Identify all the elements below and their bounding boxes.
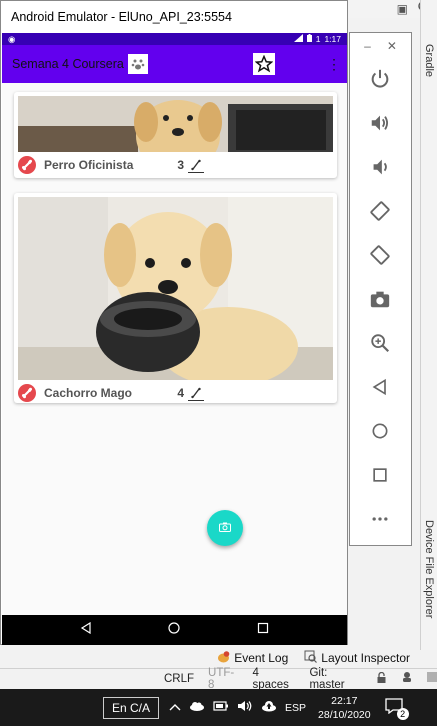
keyboard-language[interactable]: ESP [285,702,306,714]
pet-card-footer: Cachorro Mago 4 [14,380,337,403]
pet-photo [18,96,333,152]
back-icon[interactable] [80,621,92,639]
overflow-menu-icon[interactable]: ⋮ [327,56,341,73]
git-branch[interactable]: Git: master [309,667,362,691]
home-icon[interactable] [168,621,181,639]
clock-date: 28/10/2020 [318,708,371,721]
gradle-tab[interactable]: Gradle [423,44,435,77]
emu-home-icon[interactable] [366,417,394,445]
camera-icon [219,519,231,537]
pet-likes-count: 3 [177,158,184,172]
notification-count: 2 [396,707,409,720]
close-icon[interactable]: ✕ [387,39,397,53]
input-method-indicator[interactable]: En C/A [103,696,160,719]
taskbar-clock[interactable]: 22:17 28/10/2020 [318,694,371,722]
pet-card[interactable]: Perro Oficinista 3 [14,92,337,178]
rotate-right-icon[interactable] [366,241,394,269]
restore-icon[interactable]: ▣ [397,2,408,16]
status-time: 1:17 [324,34,341,44]
layout-inspector-icon [304,650,318,666]
bone-icon [18,384,36,402]
rotate-left-icon[interactable] [366,197,394,225]
android-status-bar: ◉ 1 1:17 [2,33,347,45]
pet-list: Perro Oficinista 3 Cachorro Mago 4 [2,83,347,595]
event-log-label: Event Log [234,651,289,665]
pet-card-footer: Perro Oficinista 3 [14,152,337,178]
pet-card[interactable]: Cachorro Mago 4 [14,193,337,403]
pet-name: Cachorro Mago [44,386,133,400]
pet-likes-count: 4 [177,386,184,400]
recents-icon[interactable] [257,621,269,639]
event-log-button[interactable]: Event Log [217,650,288,666]
system-tray: ESP [169,700,306,715]
line-separator[interactable]: CRLF [164,673,194,685]
battery-icon [306,34,312,44]
phone-screen: ◉ 1 1:17 Semana 4 Coursera ⋮ Perro Ofici… [2,33,347,645]
battery-level: 1 [315,34,321,44]
rate-bone-icon[interactable] [188,385,204,401]
emulator-toolbar: – ✕ [349,32,412,546]
indent-setting[interactable]: 4 spaces [252,667,295,691]
android-nav-bar [2,615,347,645]
zoom-icon[interactable] [366,329,394,357]
layout-inspector-label: Layout Inspector [321,651,410,665]
screenshot-camera-icon[interactable] [366,285,394,313]
action-center-button[interactable]: 2 [384,697,409,720]
minimize-icon[interactable]: – [364,39,371,53]
paw-icon [127,54,148,74]
pet-name: Perro Oficinista [44,158,134,172]
volume-down-icon[interactable] [366,153,394,181]
device-file-explorer-tab[interactable]: Device File Explorer [423,520,435,618]
more-options-icon[interactable] [366,505,394,533]
volume-up-icon[interactable] [366,109,394,137]
camera-fab[interactable] [207,510,243,546]
power-icon[interactable] [366,65,394,93]
emulator-title: Android Emulator - ElUno_API_23:5554 [1,1,347,33]
battery-tray-icon[interactable] [213,701,229,714]
pet-photo [18,197,333,380]
cloud-icon[interactable] [189,701,205,714]
ide-status-bar: CRLF UTF-8 4 spaces Git: master [0,667,437,691]
notification-icon: ◉ [8,33,16,44]
inspector-icon[interactable] [401,671,413,686]
upload-cloud-icon[interactable] [261,700,277,715]
volume-tray-icon[interactable] [237,700,253,715]
ide-tool-strip: Event Log Layout Inspector [0,648,420,668]
emulator-window: Android Emulator - ElUno_API_23:5554 ◉ 1… [0,0,348,645]
layout-inspector-button[interactable]: Layout Inspector [304,650,410,666]
event-log-icon [217,650,230,666]
app-title: Semana 4 Coursera [12,57,124,71]
emu-overview-icon[interactable] [366,461,394,489]
star-icon[interactable] [253,53,275,75]
rate-bone-icon[interactable] [188,157,204,173]
clock-time: 22:17 [331,694,358,707]
emulator-window-controls: – ✕ [350,33,411,59]
tray-expand-icon[interactable] [169,702,181,714]
file-encoding[interactable]: UTF-8 [208,667,238,691]
bone-icon [18,156,36,174]
app-bar: Semana 4 Coursera ⋮ [2,45,347,83]
emu-back-icon[interactable] [366,373,394,401]
lock-icon[interactable] [376,671,387,686]
windows-taskbar: En C/A ESP 22:17 28/10/2020 2 [0,689,437,726]
signal-icon [293,34,303,44]
memory-indicator-icon[interactable] [427,672,437,685]
